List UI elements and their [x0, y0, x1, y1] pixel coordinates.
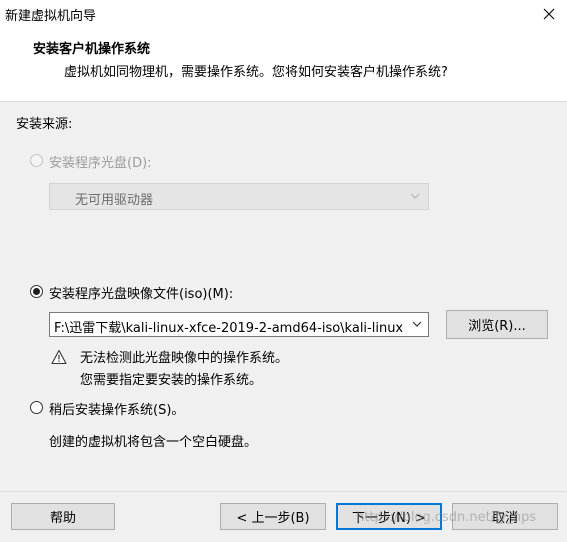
close-icon: [543, 8, 555, 20]
watermark: https://blog.csdn.net/ly_hps: [356, 510, 537, 525]
wizard-header: 安装客户机操作系统 虚拟机如同物理机，需要操作系统。您将如何安装客户机操作系统?: [0, 28, 567, 102]
back-button[interactable]: < 上一步(B): [220, 503, 326, 530]
drive-select[interactable]: 无可用驱动器: [49, 183, 429, 210]
disc-option[interactable]: 安装程序光盘(D):: [30, 152, 230, 171]
warning-line-1: 无法检测此光盘映像中的操作系统。: [80, 351, 289, 366]
disc-option-label: 安装程序光盘(D):: [49, 156, 152, 171]
chevron-down-icon: [410, 193, 420, 199]
install-later-description: 创建的虚拟机将包含一个空白硬盘。: [49, 435, 258, 450]
install-later-radio[interactable]: [30, 401, 43, 414]
window-title: 新建虚拟机向导: [5, 9, 97, 24]
browse-button-label: 浏览(R)...: [468, 319, 526, 334]
close-button[interactable]: [531, 0, 567, 28]
title-bar: 新建虚拟机向导: [0, 0, 567, 28]
iso-radio[interactable]: [30, 285, 43, 298]
page-subtitle: 虚拟机如同物理机，需要操作系统。您将如何安装客户机操作系统?: [64, 65, 448, 80]
help-button[interactable]: 帮助: [11, 503, 115, 530]
warning-icon: [51, 349, 67, 365]
iso-option-label: 安装程序光盘映像文件(iso)(M):: [49, 287, 234, 302]
install-source-label: 安装来源:: [16, 117, 73, 132]
disc-radio[interactable]: [30, 154, 43, 167]
install-later-option[interactable]: 稍后安装操作系统(S)。: [30, 399, 230, 418]
install-later-label: 稍后安装操作系统(S)。: [49, 403, 185, 418]
back-button-label: < 上一步(B): [236, 511, 310, 526]
warning-line-2: 您需要指定要安装的操作系统。: [80, 373, 263, 388]
iso-path-combo[interactable]: F:\迅雷下载\kali-linux-xfce-2019-2-amd64-iso…: [49, 312, 429, 337]
chevron-down-icon: [412, 321, 422, 327]
iso-path-value: F:\迅雷下载\kali-linux-xfce-2019-2-amd64-iso…: [54, 321, 404, 336]
browse-button[interactable]: 浏览(R)...: [446, 310, 548, 339]
drive-select-value: 无可用驱动器: [75, 193, 154, 208]
help-button-label: 帮助: [49, 511, 76, 526]
page-title: 安装客户机操作系统: [33, 42, 151, 57]
iso-option[interactable]: 安装程序光盘映像文件(iso)(M):: [30, 283, 290, 302]
